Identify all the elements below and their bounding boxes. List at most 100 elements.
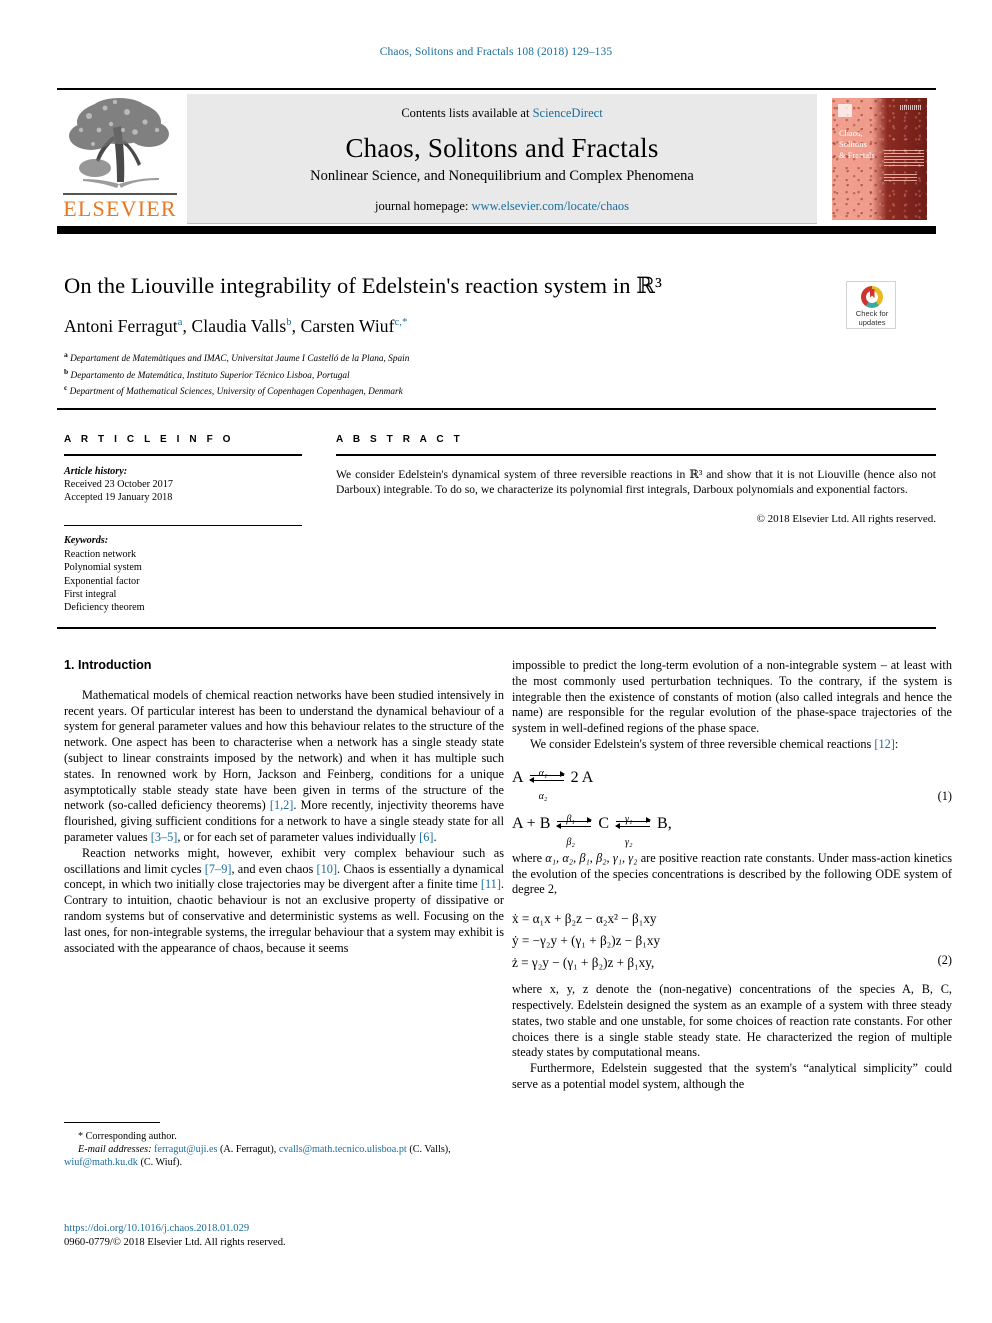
cover-barcode [900, 105, 922, 110]
paragraph: where α₁, α₂, β₁, β₂, γ₁, γ₂ are positiv… [512, 851, 952, 898]
masthead-center: Contents lists available at ScienceDirec… [187, 94, 817, 224]
author-2[interactable]: Claudia Valls [192, 316, 287, 336]
email-owner-1: (A. Ferragut), [217, 1144, 279, 1155]
info-top-rule [57, 408, 936, 411]
elsevier-wordmark: ELSEVIER [63, 196, 177, 221]
running-head: Chaos, Solitons and Fractals 108 (2018) … [379, 46, 613, 58]
keywords-rule [64, 524, 302, 527]
contents-prefix: Contents lists available at [401, 106, 533, 120]
elsevier-logo-rule [63, 193, 177, 195]
paragraph-text: , and even chaos [231, 861, 317, 876]
cover-text-block-2 [884, 174, 917, 182]
paragraph: impossible to predict the long-term evol… [512, 658, 952, 736]
email-owner-3: (C. Wiuf). [137, 1157, 183, 1168]
author-3-mark: c,* [394, 317, 408, 329]
author-3[interactable]: Carsten Wiuf [301, 316, 395, 336]
article-info-heading: A R T I C L E I N F O [64, 434, 235, 445]
equation-2-number: (2) [937, 953, 952, 968]
affiliation-b-text: Departamento de Matemática, Instituto Su… [70, 370, 350, 381]
citation-ref[interactable]: [6] [419, 830, 433, 844]
paragraph: We consider Edelstein's system of three … [512, 737, 952, 753]
paragraph: Furthermore, Edelstein suggested that th… [512, 1061, 952, 1091]
cover-publisher-mark [838, 104, 852, 117]
journal-cover-image: Chaos, Solitons & Fractals [823, 94, 936, 224]
email-link-ferragut[interactable]: ferragut@uji.es [154, 1144, 217, 1155]
journal-subtitle: Nonlinear Science, and Nonequilibrium an… [310, 168, 694, 184]
masthead-top-rule [57, 88, 936, 90]
crossmark-badge[interactable]: Check for updates [846, 281, 896, 329]
citation-ref[interactable]: [1,2] [270, 798, 294, 812]
citation-ref[interactable]: [10] [317, 862, 338, 876]
affiliation-a-mark: a [64, 350, 68, 359]
issn-copyright-line: 0960-0779/© 2018 Elsevier Ltd. All right… [64, 1237, 286, 1248]
paragraph-text: Mathematical models of chemical reaction… [64, 687, 504, 813]
elsevier-tree-icon [69, 98, 169, 188]
abstract-heading: A B S T R A C T [336, 434, 464, 445]
paragraph-text: We consider Edelstein's system of three … [530, 736, 875, 751]
keywords-block: Keywords: Reaction network Polynomial sy… [64, 534, 302, 614]
crossmark-label: Check for updates [847, 309, 897, 327]
affiliation-a: a Departament de Matemàtiques and IMAC, … [64, 349, 824, 366]
section-heading-introduction: 1. Introduction [64, 658, 152, 672]
keyword-item: Exponential factor [64, 575, 140, 587]
reversible-arrow-icon: β₁ β₂ [556, 814, 593, 848]
equation-1: (1) A α₁ α₂ 2 A A + B β₁ β₂ C γ₁ γ₂ B, [512, 763, 952, 848]
equation-1-line-2: A + B β₁ β₂ C γ₁ γ₂ B, [512, 809, 952, 848]
paragraph: Reaction networks might, however, exhibi… [64, 846, 504, 957]
title-block: On the Liouville integrability of Edelst… [64, 272, 824, 399]
equation-1-number: (1) [937, 788, 952, 803]
article-history: Article history: Received 23 October 201… [64, 465, 302, 505]
email-link-valls[interactable]: cvalls@math.tecnico.ulisboa.pt [279, 1144, 407, 1155]
crossmark-line1: Check for [855, 309, 889, 318]
corresponding-author-note: * Corresponding author. [78, 1131, 177, 1142]
article-history-label: Article history: [64, 465, 128, 477]
citation-ref[interactable]: [12] [874, 737, 895, 751]
equation-2-line-2: ẏ = −γ₂y + (γ₁ + β₂)z − β₁xy [512, 933, 661, 949]
info-bottom-rule [57, 627, 936, 630]
page-title: On the Liouville integrability of Edelst… [64, 273, 662, 298]
eq1-rate-reverse: α₂ [538, 790, 548, 802]
journal-masthead: ELSEVIER Contents lists available at Sci… [57, 88, 936, 234]
email-owner-2: (C. Valls), [406, 1144, 451, 1155]
paragraph-text: , or for each set of parameter values in… [177, 829, 420, 844]
eq1b-species-right: B, [657, 814, 672, 832]
eq1b-species-left: A + B [512, 814, 551, 832]
email-addresses-label: E-mail addresses: [78, 1144, 152, 1155]
article-info-column: A R T I C L E I N F O Article history: R… [64, 434, 302, 615]
author-sep-2: , [291, 316, 301, 336]
eq1-species-right: 2 A [570, 768, 594, 786]
citation-ref[interactable]: [11] [481, 877, 501, 891]
eq1b-rate-reverse-2: γ₂ [625, 836, 633, 848]
keyword-item: Deficiency theorem [64, 602, 145, 614]
affiliation-a-text: Departament de Matemàtiques and IMAC, Un… [70, 354, 410, 365]
paragraph-text: . [433, 829, 437, 844]
eq1b-rate-reverse-1: β₂ [566, 836, 575, 848]
citation-ref[interactable]: [7–9] [205, 862, 232, 876]
paragraph-text: where [512, 850, 546, 865]
email-link-wiuf[interactable]: wiuf@math.ku.dk [64, 1157, 138, 1168]
journal-homepage-link[interactable]: www.elsevier.com/locate/chaos [472, 199, 629, 213]
citation-ref[interactable]: [3–5] [151, 830, 178, 844]
paragraph: Mathematical models of chemical reaction… [64, 688, 504, 846]
abstract-rule [336, 454, 936, 456]
reversible-arrow-icon: γ₁ γ₂ [615, 814, 652, 848]
sciencedirect-link[interactable]: ScienceDirect [533, 106, 603, 120]
doi-link[interactable]: https://doi.org/10.1016/j.chaos.2018.01.… [64, 1223, 249, 1234]
paragraph: where x, y, z denote the (non-negative) … [512, 982, 952, 1060]
author-sep-1: , [182, 316, 192, 336]
equation-2-line-3: ż = γ₂y − (γ₁ + β₂)z + β₁xy, [512, 955, 655, 971]
elsevier-logo: ELSEVIER [57, 94, 183, 224]
keyword-item: Polynomial system [64, 562, 142, 574]
equation-2-line-1: ẋ = α₁x + β₂z − α₂x² − β₁xy [512, 911, 657, 927]
affiliation-b-mark: b [64, 366, 69, 376]
footnote-rule [64, 1122, 160, 1123]
paragraph-text: : [894, 736, 899, 751]
article-info-rule [64, 454, 302, 456]
equation-1-line-1: A α₁ α₂ 2 A [512, 763, 952, 802]
homepage-prefix: journal homepage: [375, 199, 472, 213]
equation-2: (2) ẋ = α₁x + β₂z − α₂x² − β₁xy ẏ = −γ₂y… [512, 908, 952, 974]
body-right-column: impossible to predict the long-term evol… [512, 658, 952, 1093]
received-date: Received 23 October 2017 [64, 479, 173, 490]
abstract-column: A B S T R A C T We consider Edelstein's … [336, 434, 936, 525]
author-1[interactable]: Antoni Ferragut [64, 316, 178, 336]
